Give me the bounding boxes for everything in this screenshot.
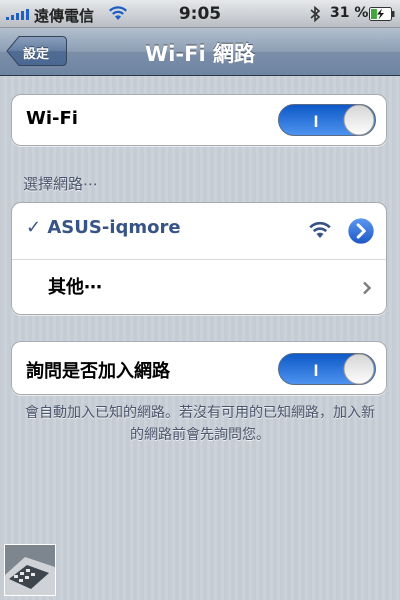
network-row-connected[interactable]: ✓ ASUS-iqmore [12, 203, 386, 259]
navigation-bar: 設定 Wi-Fi 網路 [0, 28, 400, 76]
battery-percent: 31 % [330, 5, 369, 21]
bluetooth-icon [310, 5, 321, 23]
toggle-on-marker: I [314, 112, 319, 131]
detail-disclosure-button[interactable] [346, 216, 376, 246]
wifi-row: Wi-Fi I [12, 95, 386, 145]
network-section-header: 選擇網路⋯ [23, 175, 99, 193]
network-list-group: ✓ ASUS-iqmore 其他⋯ [11, 202, 387, 315]
page-title: Wi-Fi 網路 [145, 42, 255, 66]
other-network-label: 其他⋯ [48, 277, 102, 298]
status-bar: 遠傳電信 9:05 31 % [0, 0, 400, 28]
wifi-toggle-group: Wi-Fi I [11, 94, 387, 146]
thumbnail-image [5, 545, 55, 595]
checkmark-icon: ✓ [26, 217, 42, 238]
ask-to-join-group: 詢問是否加入網路 I [11, 341, 387, 395]
other-network-row[interactable]: 其他⋯ [12, 260, 386, 315]
battery-charging-icon [369, 7, 395, 21]
connected-network-label: ✓ ASUS-iqmore [26, 217, 181, 238]
ask-to-join-description: 會自動加入已知的網路。若沒有可用的已知網路，加入新的網路前會先詢問您。 [25, 405, 375, 443]
ask-to-join-label: 詢問是否加入網路 [26, 361, 170, 382]
wifi-label: Wi-Fi [26, 108, 78, 129]
ask-to-join-row: 詢問是否加入網路 I [12, 342, 386, 394]
wifi-signal-icon [309, 221, 331, 238]
ask-to-join-toggle-switch[interactable]: I [278, 353, 376, 385]
toggle-on-marker: I [314, 361, 319, 380]
chevron-right-icon [363, 281, 372, 295]
screenshot-thumbnail[interactable] [4, 544, 56, 596]
network-name: ASUS-iqmore [47, 217, 181, 238]
wifi-toggle-switch[interactable]: I [278, 104, 376, 136]
